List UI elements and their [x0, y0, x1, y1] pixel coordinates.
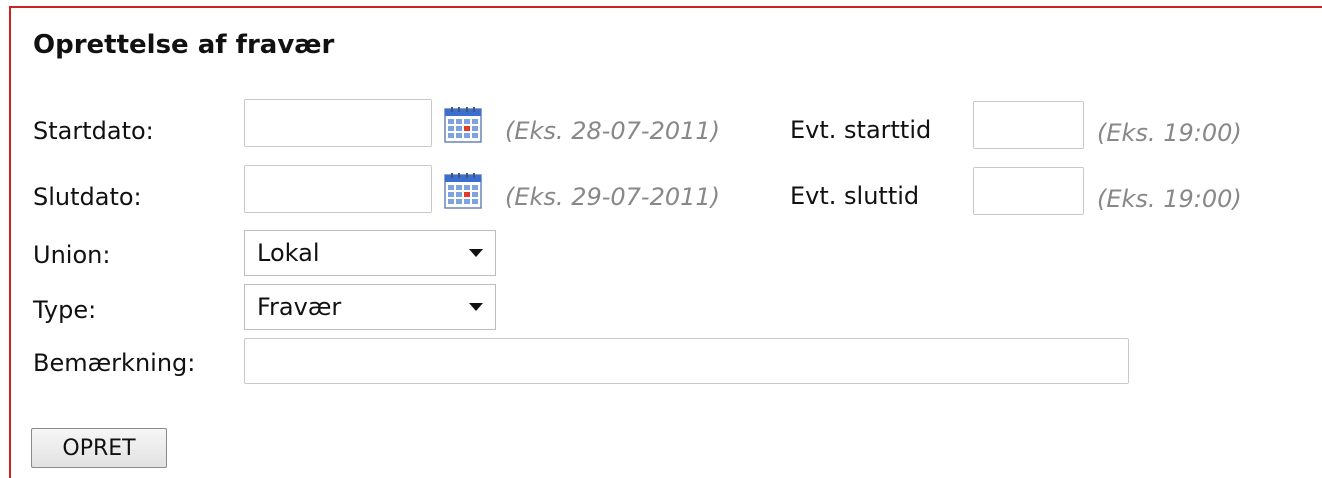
- type-select[interactable]: Fravær: [244, 284, 496, 330]
- page-title: Oprettelse af fravær: [33, 30, 335, 60]
- slutdato-hint: (Eks. 29-07-2011): [505, 183, 721, 211]
- chevron-down-icon: [469, 303, 483, 311]
- slutdato-calendar-button[interactable]: [444, 173, 482, 213]
- absence-form-panel: Oprettelse af fravær Startdato: (Eks. 28…: [9, 6, 1322, 478]
- starttid-label: Evt. starttid: [790, 116, 932, 144]
- chevron-down-icon: [469, 249, 483, 257]
- starttid-input[interactable]: [973, 101, 1084, 149]
- startdato-hint: (Eks. 28-07-2011): [505, 117, 721, 145]
- type-selected-value: Fravær: [257, 293, 342, 321]
- union-select[interactable]: Lokal: [244, 230, 496, 276]
- type-label: Type:: [33, 296, 97, 324]
- slutdato-input[interactable]: [244, 165, 432, 213]
- slutdato-label: Slutdato:: [33, 183, 142, 211]
- bemaerkning-input[interactable]: [244, 338, 1129, 384]
- union-selected-value: Lokal: [257, 239, 320, 267]
- sluttid-label: Evt. sluttid: [790, 182, 920, 210]
- startdato-input[interactable]: [244, 99, 432, 147]
- starttid-hint: (Eks. 19:00): [1097, 119, 1242, 147]
- calendar-icon: [444, 173, 482, 209]
- bemaerkning-label: Bemærkning:: [33, 349, 196, 377]
- opret-button[interactable]: OPRET: [31, 428, 167, 468]
- sluttid-input[interactable]: [973, 167, 1084, 215]
- startdato-calendar-button[interactable]: [444, 107, 482, 147]
- sluttid-hint: (Eks. 19:00): [1097, 185, 1242, 213]
- calendar-icon: [444, 107, 482, 143]
- union-label: Union:: [33, 241, 111, 269]
- startdato-label: Startdato:: [33, 117, 154, 145]
